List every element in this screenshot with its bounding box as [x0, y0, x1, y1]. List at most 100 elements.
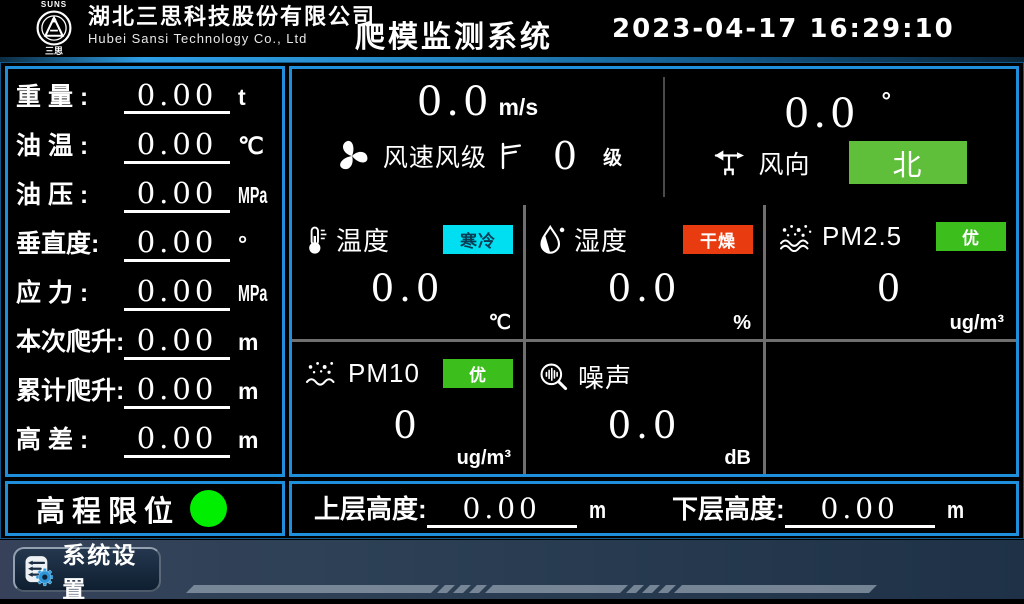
lower-level-unit: m — [947, 497, 964, 525]
system-settings-label: 系统设置 — [62, 536, 151, 604]
wind-speed-sub-line: 风速风级 0 级 — [333, 134, 622, 178]
measurement-panel: 重 量 : 0.00 t 油 温 : 0.00 ℃ 油 压 : 0.00 MPa… — [5, 66, 285, 477]
noise-unit: dB — [724, 447, 751, 470]
row-total-climb: 累计爬升: 0.00 m — [16, 371, 274, 417]
lower-level-field: 下层高度: 0.00 m — [672, 489, 968, 528]
system-settings-button[interactable]: 系统设置 — [13, 547, 161, 592]
humidity-status-badge: 干燥 — [683, 225, 753, 254]
stress-unit: MPa — [238, 280, 260, 307]
oil-pressure-unit: MPa — [238, 182, 260, 209]
current-climb-value: 0.00 — [124, 325, 230, 360]
pm25-card: PM2.5 优 0 ug/m³ — [766, 205, 1016, 339]
environment-panel: 0.0m/s 风速风级 — [289, 66, 1019, 477]
wind-speed-value: 0.0 — [417, 79, 493, 125]
wind-section-divider — [663, 77, 665, 197]
row-current-climb: 本次爬升: 0.00 m — [16, 322, 274, 368]
pm25-unit: ug/m³ — [950, 312, 1004, 335]
height-diff-unit: m — [238, 427, 274, 454]
wind-speed-block: 0.0m/s 风速风级 — [292, 69, 663, 205]
humidity-card: 湿度 干燥 0.0 % — [526, 205, 766, 339]
wind-speed-unit: m/s — [498, 94, 538, 120]
weight-label: 重 量 : — [16, 77, 124, 113]
row-verticality: 垂直度: 0.00 ° — [16, 224, 274, 270]
wind-direction-badge: 北 — [849, 141, 967, 184]
temperature-head: 温度 寒冷 — [304, 221, 513, 258]
noise-label: 噪声 — [578, 358, 632, 395]
height-diff-value: 0.00 — [124, 423, 230, 458]
current-climb-unit: m — [238, 329, 274, 356]
wind-level-value: 0 — [553, 134, 577, 178]
oil-pressure-value: 0.00 — [124, 178, 230, 213]
datetime-display: 2023-04-17 16:29:10 — [612, 14, 955, 44]
pm10-head: PM10 优 — [304, 358, 513, 389]
pm10-status-badge: 优 — [443, 359, 513, 388]
noise-value: 0.0 — [526, 404, 763, 447]
company-logo: SUNS 三思 — [26, 1, 82, 57]
oil-temp-value: 0.00 — [124, 129, 230, 164]
company-name-cn: 湖北三思科技股份有限公司 — [88, 4, 376, 30]
temperature-label: 温度 — [336, 221, 390, 258]
footer-bar: 系统设置 — [0, 540, 1024, 599]
wind-vane-icon — [712, 148, 746, 178]
oil-temp-label: 油 温 : — [16, 126, 124, 162]
row-weight: 重 量 : 0.00 t — [16, 77, 274, 123]
empty-cell — [766, 339, 1016, 474]
droplet-icon — [538, 224, 566, 256]
footer-stripe — [190, 585, 873, 593]
wind-level-flag-icon — [499, 140, 523, 172]
company-name-block: 湖北三思科技股份有限公司 Hubei Sansi Technology Co.,… — [88, 4, 376, 48]
noise-card: 噪声 0.0 dB — [526, 339, 766, 474]
row-height-diff: 高 差 : 0.00 m — [16, 420, 274, 466]
logo-sansi-text: 三思 — [45, 47, 63, 56]
elevation-limit-label: 高程限位 — [36, 488, 180, 530]
total-climb-value: 0.00 — [124, 374, 230, 409]
environment-grid: 温度 寒冷 0.0 ℃ 湿度 干燥 0.0 % — [292, 205, 1016, 474]
pm10-value: 0 — [292, 404, 523, 447]
fan-icon — [333, 137, 371, 175]
noise-head: 噪声 — [538, 358, 753, 395]
pm25-head: PM2.5 优 — [778, 221, 1006, 252]
wind-level-unit: 级 — [603, 143, 622, 170]
oil-temp-unit: ℃ — [238, 133, 274, 160]
lower-level-label: 下层高度: — [672, 489, 785, 526]
stress-value: 0.00 — [124, 276, 230, 311]
total-climb-unit: m — [238, 378, 274, 405]
height-diff-label: 高 差 : — [16, 420, 124, 456]
humidity-head: 湿度 干燥 — [538, 221, 753, 258]
verticality-label: 垂直度: — [16, 224, 124, 260]
wind-direction-label: 风向 — [758, 145, 810, 181]
dust-icon — [778, 222, 814, 252]
sansi-logo-icon — [35, 9, 73, 47]
logo-suns-text: SUNS — [41, 1, 67, 9]
row-oil-temp: 油 温 : 0.00 ℃ — [16, 126, 274, 172]
pm25-label: PM2.5 — [822, 221, 902, 252]
temperature-value: 0.0 — [292, 267, 523, 310]
lower-level-value: 0.00 — [785, 494, 935, 528]
weight-unit: t — [238, 84, 274, 111]
verticality-unit: ° — [238, 231, 274, 258]
pm10-unit: ug/m³ — [457, 447, 511, 470]
noise-meter-icon — [538, 361, 570, 393]
pm25-value: 0 — [766, 267, 1016, 310]
wind-direction-unit: ° — [882, 88, 896, 115]
levels-box: 上层高度: 0.00 m 下层高度: 0.00 m — [289, 481, 1019, 536]
temperature-unit: ℃ — [489, 310, 511, 335]
row-stress: 应 力 : 0.00 MPa — [16, 273, 274, 319]
wind-section: 0.0m/s 风速风级 — [292, 69, 1016, 205]
dust-icon — [304, 359, 340, 389]
elevation-limit-box: 高程限位 — [5, 481, 285, 536]
wind-direction-value: 0.0 — [784, 91, 860, 137]
wind-speed-value-line: 0.0m/s — [417, 79, 538, 130]
verticality-value: 0.00 — [124, 227, 230, 262]
humidity-label: 湿度 — [574, 221, 628, 258]
temperature-status-badge: 寒冷 — [443, 225, 513, 254]
wind-direction-block: 0.0 ° 风向 北 — [663, 69, 1016, 205]
current-climb-label: 本次爬升: — [16, 322, 124, 358]
temperature-card: 温度 寒冷 0.0 ℃ — [292, 205, 526, 339]
wind-direction-value-line: 0.0 ° — [784, 79, 895, 137]
company-name-en: Hubei Sansi Technology Co., Ltd — [88, 30, 376, 48]
pm10-card: PM10 优 0 ug/m³ — [292, 339, 526, 474]
upper-level-value: 0.00 — [427, 494, 577, 528]
page-title: 爬模监测系统 — [355, 12, 553, 56]
wind-direction-sub-line: 风向 北 — [712, 141, 966, 184]
